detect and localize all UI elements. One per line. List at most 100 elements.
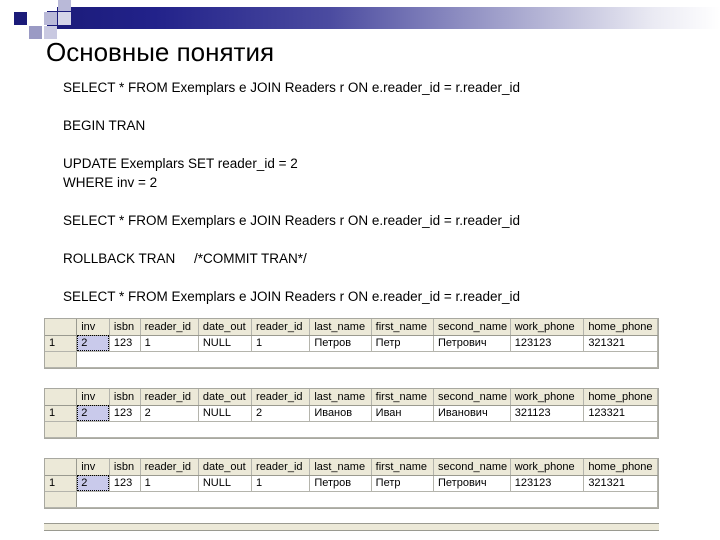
column-header[interactable]: date_out (198, 389, 253, 406)
gradient-bar (47, 7, 720, 29)
column-header[interactable]: second_name (433, 319, 511, 336)
row-header-cell[interactable]: 1 (45, 405, 78, 422)
grid-cell[interactable]: 1 (140, 335, 199, 352)
grid-cell-selected[interactable]: 2 (76, 475, 110, 492)
grid-cell[interactable]: NULL (198, 475, 253, 492)
grid-cell[interactable]: 2 (140, 405, 199, 422)
grid-cell[interactable]: 123 (109, 405, 141, 422)
grid-cell[interactable]: 321321 (583, 475, 658, 492)
grid-cell[interactable]: 1 (251, 475, 311, 492)
grid-cell-selected[interactable]: 2 (76, 405, 110, 422)
column-header[interactable]: isbn (109, 319, 141, 336)
sql-line: WHERE inv = 2 (63, 175, 158, 190)
grid-cell[interactable]: Петров (309, 475, 372, 492)
grid-empty-rowhead (45, 491, 78, 508)
table-row[interactable]: 1 2 123 1 NULL 1 Петров Петр Петрович 123123 32132… (45, 475, 658, 492)
sql-line: ROLLBACK TRAN /*COMMIT TRAN*/ (63, 251, 307, 266)
column-header[interactable]: work_phone (510, 389, 585, 406)
sql-blank-line (63, 192, 683, 211)
slide-header-decoration (0, 0, 720, 39)
column-header[interactable]: last_name (309, 459, 372, 476)
column-header[interactable]: reader_id (140, 389, 199, 406)
grid-corner-cell[interactable] (45, 389, 78, 406)
deco-square-lavender-2 (58, 12, 71, 25)
deco-square-white-top (44, 0, 57, 11)
grid-cell[interactable]: Петр (371, 475, 435, 492)
column-header[interactable]: inv (76, 389, 110, 406)
column-header[interactable]: reader_id (140, 319, 199, 336)
grid-cell-selected[interactable]: 2 (76, 335, 110, 352)
grid-cell[interactable]: Петров (309, 335, 372, 352)
sql-blank-line (63, 230, 683, 249)
column-header[interactable]: home_phone (583, 389, 658, 406)
grid-cell[interactable]: 321321 (583, 335, 658, 352)
row-header-cell[interactable]: 1 (45, 475, 78, 492)
row-header-cell[interactable]: 1 (45, 335, 78, 352)
grid-cell[interactable]: 123 (109, 475, 141, 492)
grid-cell[interactable]: 2 (251, 405, 311, 422)
grid-cell[interactable]: 123 (109, 335, 141, 352)
grid-cell[interactable]: 1 (251, 335, 311, 352)
sql-blank-line (63, 97, 683, 116)
column-header[interactable]: first_name (371, 319, 435, 336)
grid-cell[interactable]: Иванович (433, 405, 511, 422)
column-header[interactable]: isbn (109, 389, 141, 406)
deco-square-periwinkle (29, 26, 42, 39)
grid-empty-rowhead (45, 421, 78, 438)
column-header[interactable]: home_phone (583, 459, 658, 476)
column-header[interactable]: first_name (371, 459, 435, 476)
sql-line: BEGIN TRAN (63, 118, 146, 133)
sql-line: SELECT * FROM Exemplars e JOIN Readers r… (63, 289, 521, 304)
column-header[interactable]: reader_id (251, 319, 311, 336)
grid-cell[interactable]: 123321 (583, 405, 658, 422)
grid-cell[interactable]: Иван (371, 405, 435, 422)
grid-cell[interactable]: Петр (371, 335, 435, 352)
grid-cell[interactable]: 123123 (510, 335, 585, 352)
grid-bottom-separator (44, 523, 659, 531)
result-grid-1[interactable]: inv isbn reader_id date_out reader_id last_na… (44, 318, 659, 369)
column-header[interactable]: inv (76, 459, 110, 476)
grid-empty-cell (76, 351, 658, 368)
column-header[interactable]: isbn (109, 459, 141, 476)
column-header[interactable]: reader_id (140, 459, 199, 476)
column-header[interactable]: last_name (309, 319, 372, 336)
grid-table[interactable]: inv isbn reader_id date_out reader_id last_na… (45, 459, 658, 508)
sql-line: SELECT * FROM Exemplars e JOIN Readers r… (63, 213, 521, 228)
grid-cell[interactable]: Иванов (309, 405, 372, 422)
grid-cell[interactable]: 321123 (510, 405, 585, 422)
column-header[interactable]: home_phone (583, 319, 658, 336)
table-row[interactable]: 1 2 123 2 NULL 2 Иванов Иван Иванович 321123 12332… (45, 405, 658, 422)
column-header[interactable]: inv (76, 319, 110, 336)
grid-empty-area (45, 421, 658, 438)
sql-line: SELECT * FROM Exemplars e JOIN Readers r… (63, 80, 521, 95)
grid-corner-cell[interactable] (45, 319, 78, 336)
column-header[interactable]: work_phone (510, 459, 585, 476)
grid-cell[interactable]: Петрович (433, 475, 511, 492)
result-grid-2[interactable]: inv isbn reader_id date_out reader_id last_na… (44, 388, 659, 439)
grid-cell[interactable]: NULL (198, 335, 253, 352)
grid-cell[interactable]: 1 (140, 475, 199, 492)
column-header[interactable]: second_name (433, 459, 511, 476)
table-row[interactable]: 1 2 123 1 NULL 1 Петров Петр Петрович 123123 32132… (45, 335, 658, 352)
grid-table[interactable]: inv isbn reader_id date_out reader_id last_na… (45, 389, 658, 438)
column-header[interactable]: second_name (433, 389, 511, 406)
grid-empty-cell (76, 491, 658, 508)
grid-cell[interactable]: 123123 (510, 475, 585, 492)
grid-corner-cell[interactable] (45, 459, 78, 476)
deco-square-navy (14, 12, 27, 25)
grid-cell[interactable]: NULL (198, 405, 253, 422)
grid-header-row: inv isbn reader_id date_out reader_id last_na… (45, 389, 658, 406)
column-header[interactable]: date_out (198, 319, 253, 336)
column-header[interactable]: first_name (371, 389, 435, 406)
column-header[interactable]: reader_id (251, 389, 311, 406)
column-header[interactable]: date_out (198, 459, 253, 476)
page-title: Основные понятия (46, 37, 275, 67)
grid-table[interactable]: inv isbn reader_id date_out reader_id last_na… (45, 319, 658, 368)
column-header[interactable]: work_phone (510, 319, 585, 336)
grid-empty-rowhead (45, 351, 78, 368)
column-header[interactable]: reader_id (251, 459, 311, 476)
column-header[interactable]: last_name (309, 389, 372, 406)
grid-cell[interactable]: Петрович (433, 335, 511, 352)
deco-square-white (29, 12, 42, 25)
result-grid-3[interactable]: inv isbn reader_id date_out reader_id last_na… (44, 458, 659, 509)
